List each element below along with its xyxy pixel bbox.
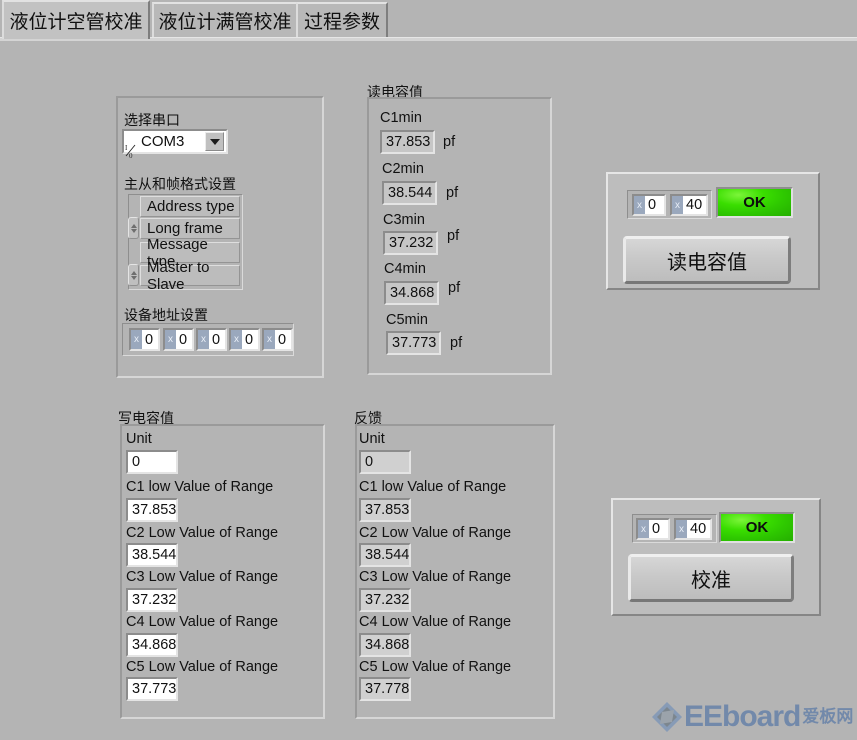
chevron-down-icon: [209, 138, 220, 145]
radix-marker: x: [231, 330, 242, 349]
c2min-label: C2min: [382, 161, 424, 177]
device-address-label: 设备地址设置: [124, 307, 208, 323]
read-status-byte-1[interactable]: x 0: [632, 194, 666, 216]
feedback-c1-value: 37.853: [359, 498, 411, 522]
feedback-unit-value: 0: [359, 450, 411, 474]
write-c4-value[interactable]: 34.868: [126, 633, 178, 657]
spinner-down-icon: [130, 228, 137, 233]
feedback-c1-label: C1 low Value of Range: [359, 479, 507, 495]
c4min-unit: pf: [448, 280, 461, 296]
address-byte-value: 0: [245, 331, 254, 348]
spinner-up-icon: [130, 223, 137, 228]
message-type-spinner[interactable]: [128, 264, 139, 286]
frame-format-label: 主从和帧格式设置: [124, 176, 236, 192]
write-c5-value[interactable]: 37.773: [126, 677, 178, 701]
address-byte-4[interactable]: x 0: [262, 328, 293, 351]
feedback-c2-label: C2 Low Value of Range: [359, 525, 512, 541]
tab-full-pipe-calibration[interactable]: 液位计满管校准: [152, 2, 298, 37]
spinner-up-icon: [130, 270, 137, 275]
svg-text:I: I: [125, 144, 128, 152]
feedback-c5-label: C5 Low Value of Range: [359, 659, 512, 675]
read-status-byte-1-value: 0: [648, 197, 657, 213]
read-status-byte-2[interactable]: x 40: [670, 194, 708, 216]
address-type-label-ring: Address type: [140, 196, 240, 217]
write-c1-label: C1 low Value of Range: [126, 479, 274, 495]
radix-marker: x: [638, 520, 649, 538]
calibrate-status-led: OK: [719, 512, 795, 543]
feedback-c5-value: 37.778: [359, 677, 411, 701]
feedback-c2-value: 38.544: [359, 543, 411, 567]
c3min-unit: pf: [447, 228, 460, 244]
write-c5-label: C5 Low Value of Range: [126, 659, 279, 675]
c5min-value: 37.773: [386, 331, 441, 355]
watermark-text: EEboard: [684, 700, 801, 733]
radix-marker: x: [131, 330, 142, 349]
calibrate-status-byte-1-value: 0: [652, 521, 661, 537]
com-port-combo[interactable]: I 0 COM3: [122, 129, 228, 158]
address-byte-value: 0: [179, 331, 188, 348]
write-c3-label: C3 Low Value of Range: [126, 569, 279, 585]
address-byte-value: 0: [145, 331, 154, 348]
eeboard-logo-icon: [652, 702, 682, 732]
tab-empty-pipe-calibration[interactable]: 液位计空管校准: [2, 0, 150, 39]
write-unit-value[interactable]: 0: [126, 450, 178, 474]
calibrate-status-byte-2[interactable]: x 40: [674, 518, 712, 540]
feedback-c4-value: 34.868: [359, 633, 411, 657]
address-byte-2[interactable]: x 0: [196, 328, 227, 351]
message-type-value[interactable]: Master to Slave: [140, 259, 240, 293]
write-c1-value[interactable]: 37.853: [126, 498, 178, 522]
write-unit-label: Unit: [126, 431, 152, 447]
combo-dropdown-button[interactable]: [205, 132, 224, 151]
address-byte-3[interactable]: x 0: [229, 328, 260, 351]
radix-marker: x: [198, 330, 209, 349]
radix-marker: x: [165, 330, 176, 349]
c2min-unit: pf: [446, 185, 459, 201]
c3min-value: 37.232: [383, 231, 438, 255]
calibrate-status-byte-1[interactable]: x 0: [636, 518, 670, 540]
watermark-cn-text: 爱板网: [802, 707, 854, 726]
com-port-value: COM3: [141, 133, 185, 150]
radix-marker: x: [672, 196, 683, 214]
write-c2-value[interactable]: 38.544: [126, 543, 178, 567]
read-capacitance-button[interactable]: 读电容值: [623, 236, 791, 284]
c1min-unit: pf: [443, 134, 456, 150]
write-c2-label: C2 Low Value of Range: [126, 525, 279, 541]
c3min-label: C3min: [383, 212, 425, 228]
c2min-value: 38.544: [382, 181, 437, 205]
feedback-unit-label: Unit: [359, 431, 385, 447]
feedback-c3-label: C3 Low Value of Range: [359, 569, 512, 585]
write-c3-value[interactable]: 37.232: [126, 588, 178, 612]
address-byte-1[interactable]: x 0: [163, 328, 194, 351]
radix-marker: x: [676, 520, 687, 538]
address-byte-0[interactable]: x 0: [129, 328, 160, 351]
select-port-label: 选择串口: [124, 112, 180, 128]
calibrate-button[interactable]: 校准: [628, 554, 794, 602]
read-status-byte-2-value: 40: [686, 197, 703, 213]
tab-process-parameters[interactable]: 过程参数: [296, 2, 388, 37]
tab-bar: 液位计空管校准 液位计满管校准 过程参数: [0, 0, 857, 41]
spinner-down-icon: [130, 275, 137, 280]
c5min-unit: pf: [450, 335, 463, 351]
c4min-label: C4min: [384, 261, 426, 277]
address-byte-value: 0: [212, 331, 221, 348]
radix-marker: x: [634, 196, 645, 214]
c4min-value: 34.868: [384, 281, 439, 305]
c1min-label: C1min: [380, 110, 422, 126]
feedback-c4-label: C4 Low Value of Range: [359, 614, 512, 630]
read-status-led: OK: [716, 187, 793, 218]
address-type-spinner[interactable]: [128, 217, 139, 239]
address-byte-value: 0: [278, 331, 287, 348]
radix-marker: x: [264, 330, 275, 349]
c1min-value: 37.853: [380, 130, 435, 154]
c5min-label: C5min: [386, 312, 428, 328]
calibrate-status-byte-2-value: 40: [690, 521, 707, 537]
write-c4-label: C4 Low Value of Range: [126, 614, 279, 630]
eeboard-watermark: EEboard 爱板网: [650, 700, 853, 734]
svg-text:0: 0: [129, 152, 133, 158]
feedback-c3-value: 37.232: [359, 588, 411, 612]
